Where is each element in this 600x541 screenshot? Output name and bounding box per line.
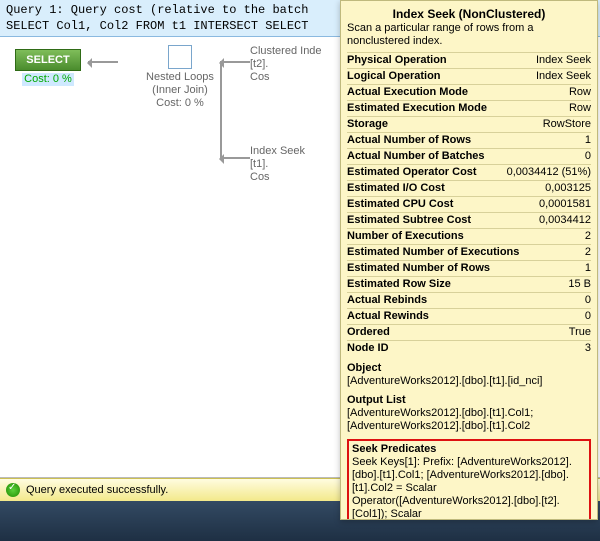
- tooltip-row-value: 0,003125: [545, 182, 591, 195]
- tooltip-row: Actual Rebinds 0: [347, 292, 591, 308]
- tooltip-row-key: Estimated I/O Cost: [347, 182, 445, 195]
- tooltip-output-body: [AdventureWorks2012].[dbo].[t1].Col1; [A…: [347, 407, 591, 433]
- tooltip-row-value: 2: [585, 246, 591, 259]
- select-icon: SELECT: [15, 49, 81, 71]
- tooltip-row-key: Actual Number of Rows: [347, 134, 471, 147]
- tooltip-row-value: Index Seek: [536, 70, 591, 83]
- plan-arrow: [220, 61, 250, 63]
- tooltip-row-value: 0,0001581: [539, 198, 591, 211]
- tooltip-row-key: Physical Operation: [347, 54, 447, 67]
- tooltip-row-value: 0: [585, 310, 591, 323]
- tooltip-row: Actual Rewinds 0: [347, 308, 591, 324]
- plan-arrow: [88, 61, 118, 63]
- op-nested-loops-title: Nested Loops: [110, 71, 250, 84]
- tooltip-row-value: 0,0034412: [539, 214, 591, 227]
- tooltip-row-value: 15 B: [568, 278, 591, 291]
- tooltip-row: Estimated Row Size 15 B: [347, 276, 591, 292]
- op-select-cost: Cost: 0 %: [22, 73, 74, 86]
- tooltip-row: Actual Number of Rows 1: [347, 132, 591, 148]
- tooltip-title: Index Seek (NonClustered): [347, 7, 591, 21]
- tooltip-row-key: Estimated Number of Executions: [347, 246, 519, 259]
- tooltip-row-key: Estimated CPU Cost: [347, 198, 453, 211]
- tooltip-object-body: [AdventureWorks2012].[dbo].[t1].[id_nci]: [347, 375, 591, 388]
- tooltip-row-key: Estimated Execution Mode: [347, 102, 487, 115]
- tooltip-row: Storage RowStore: [347, 116, 591, 132]
- tooltip-row-key: Estimated Row Size: [347, 278, 451, 291]
- op-select[interactable]: SELECT Cost: 0 %: [8, 49, 88, 86]
- tooltip-row-value: 3: [585, 342, 591, 355]
- tooltip-row-key: Estimated Subtree Cost: [347, 214, 471, 227]
- op-nested-loops-cost: Cost: 0 %: [110, 97, 250, 110]
- status-text: Query executed successfully.: [26, 484, 168, 496]
- tooltip-row: Estimated Subtree Cost 0,0034412: [347, 212, 591, 228]
- tooltip-row-value: Row: [569, 102, 591, 115]
- tooltip-row-key: Actual Rebinds: [347, 294, 427, 307]
- tooltip-row: Actual Number of Batches 0: [347, 148, 591, 164]
- tooltip-desc: Scan a particular range of rows from a n…: [347, 22, 591, 48]
- tooltip-output-list: Output List [AdventureWorks2012].[dbo].[…: [347, 394, 591, 433]
- tooltip-seek-title: Seek Predicates: [352, 443, 586, 455]
- tooltip-row-key: Estimated Number of Rows: [347, 262, 490, 275]
- tooltip-row: Estimated I/O Cost 0,003125: [347, 180, 591, 196]
- nested-loops-icon: [168, 45, 192, 69]
- tooltip-row-value: 0,0034412 (51%): [507, 166, 591, 179]
- tooltip-seek-predicates: Seek Predicates Seek Keys[1]: Prefix: [A…: [347, 439, 591, 520]
- tooltip-object-title: Object: [347, 362, 591, 374]
- tooltip-row-key: Storage: [347, 118, 388, 131]
- tooltip-row: Ordered True: [347, 324, 591, 340]
- tooltip-properties: Physical OperationIndex SeekLogical Oper…: [347, 52, 591, 356]
- tooltip-row-value: 0: [585, 150, 591, 163]
- tooltip-row: Node ID 3: [347, 340, 591, 356]
- tooltip-row-value: 1: [585, 134, 591, 147]
- tooltip-row-key: Number of Executions: [347, 230, 464, 243]
- operator-tooltip: Index Seek (NonClustered) Scan a particu…: [340, 0, 598, 520]
- tooltip-row-value: 1: [585, 262, 591, 275]
- tooltip-row: Estimated CPU Cost 0,0001581: [347, 196, 591, 212]
- tooltip-row: Estimated Number of Executions 2: [347, 244, 591, 260]
- tooltip-row-value: 0: [585, 294, 591, 307]
- tooltip-row-key: Actual Rewinds: [347, 310, 429, 323]
- tooltip-row-key: Ordered: [347, 326, 390, 339]
- tooltip-output-title: Output List: [347, 394, 591, 406]
- tooltip-row-value: 2: [585, 230, 591, 243]
- tooltip-seek-body: Seek Keys[1]: Prefix: [AdventureWorks201…: [352, 456, 586, 520]
- tooltip-row-key: Logical Operation: [347, 70, 441, 83]
- tooltip-row: Number of Executions 2: [347, 228, 591, 244]
- op-nested-loops-sub: (Inner Join): [110, 84, 250, 97]
- tooltip-row-value: Row: [569, 86, 591, 99]
- tooltip-row: Physical Operation Index Seek: [347, 52, 591, 68]
- success-icon: [6, 483, 20, 497]
- tooltip-row: Estimated Number of Rows 1: [347, 260, 591, 276]
- tooltip-row: Actual Execution Mode Row: [347, 84, 591, 100]
- tooltip-row-value: Index Seek: [536, 54, 591, 67]
- tooltip-row: Estimated Operator Cost 0,0034412 (51%): [347, 164, 591, 180]
- tooltip-object: Object [AdventureWorks2012].[dbo].[t1].[…: [347, 362, 591, 388]
- plan-arrow: [220, 157, 250, 159]
- tooltip-row-key: Actual Execution Mode: [347, 86, 468, 99]
- tooltip-row: Logical Operation Index Seek: [347, 68, 591, 84]
- tooltip-row-value: True: [569, 326, 591, 339]
- tooltip-row-key: Actual Number of Batches: [347, 150, 485, 163]
- tooltip-row-key: Node ID: [347, 342, 389, 355]
- tooltip-row-value: RowStore: [543, 118, 591, 131]
- tooltip-row: Estimated Execution Mode Row: [347, 100, 591, 116]
- tooltip-row-key: Estimated Operator Cost: [347, 166, 477, 179]
- op-nested-loops[interactable]: Nested Loops (Inner Join) Cost: 0 %: [110, 45, 250, 110]
- plan-connector: [220, 61, 222, 157]
